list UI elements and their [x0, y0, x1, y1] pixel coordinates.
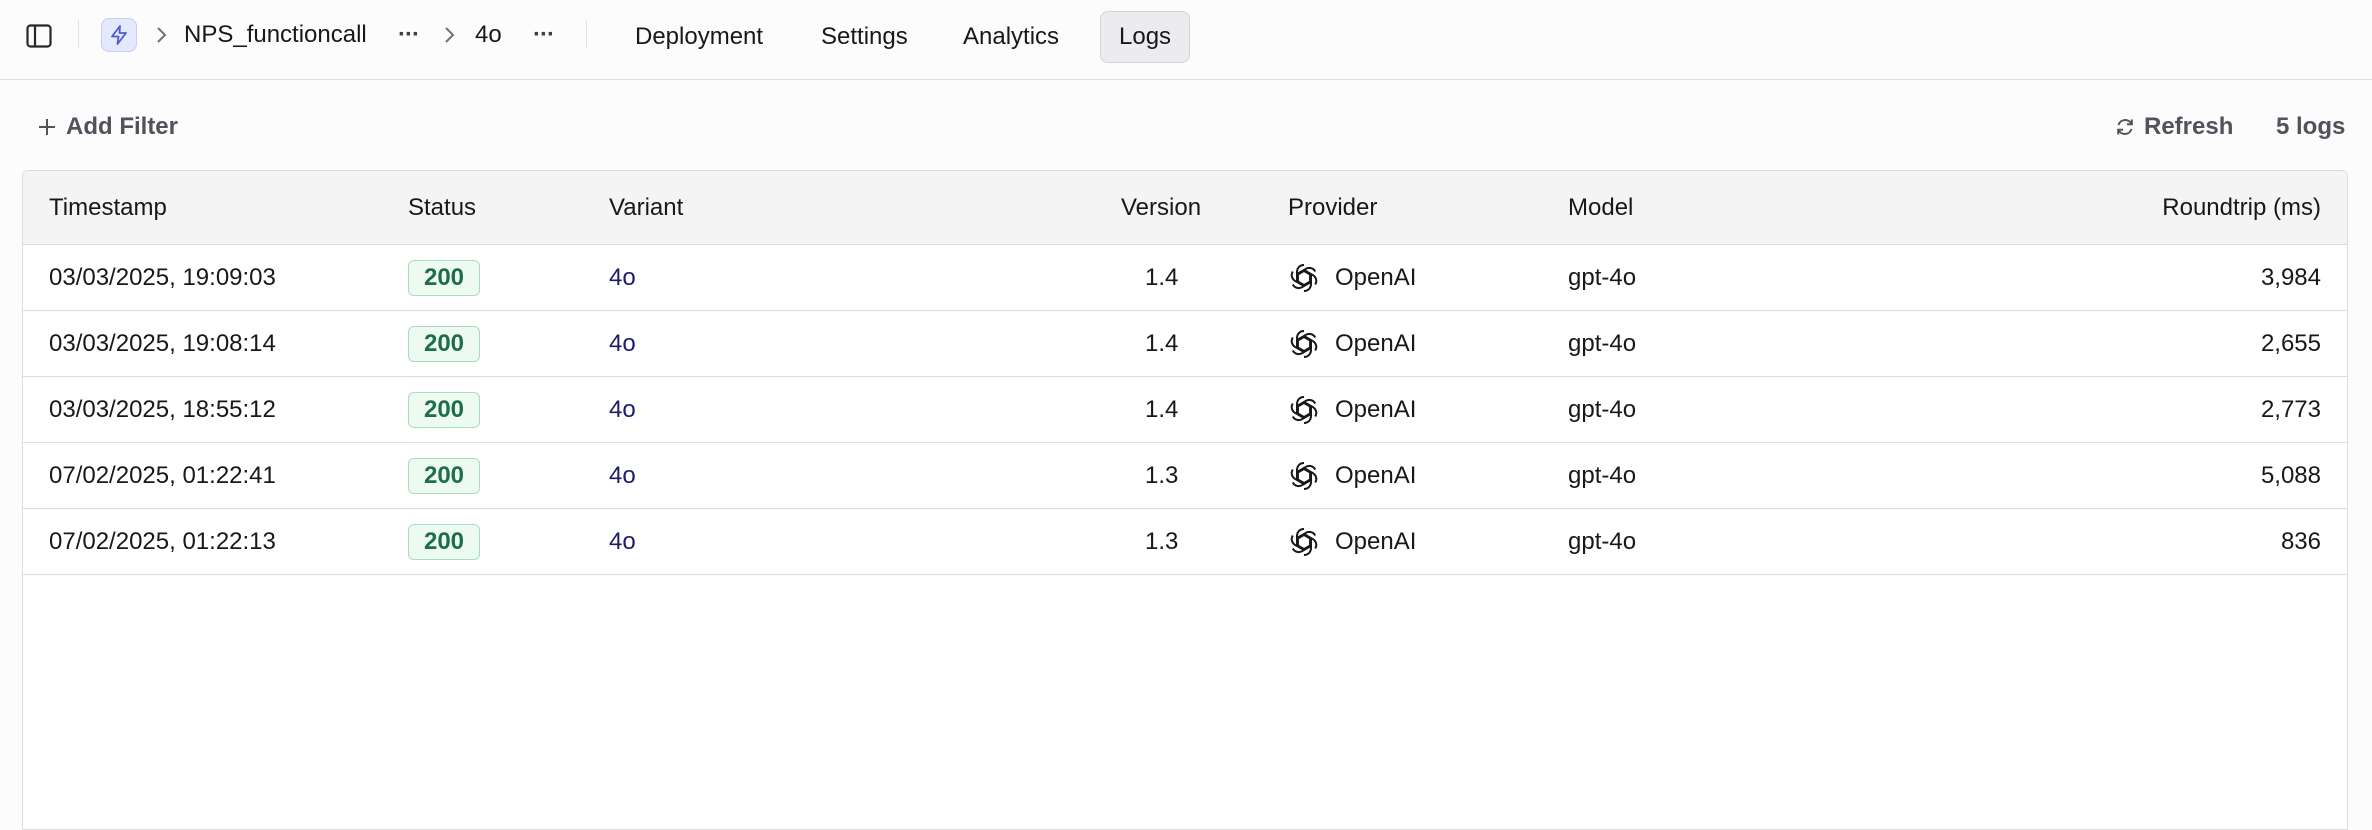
refresh-button[interactable]: Refresh: [2114, 110, 2233, 144]
cell-variant[interactable]: 4o: [609, 527, 636, 557]
cell-roundtrip: 5,088: [2260, 462, 2321, 489]
status-badge: 200: [408, 392, 480, 428]
logs-table: Timestamp Status Variant Version Provide…: [22, 170, 2348, 830]
cell-version: 1.4: [1145, 396, 1179, 423]
tab-analytics[interactable]: Analytics: [945, 11, 1077, 63]
cell-model: gpt-4o: [1568, 396, 1637, 423]
cell-model: gpt-4o: [1568, 264, 1637, 291]
column-header-model[interactable]: Model: [1568, 193, 1633, 223]
chevron-right-icon: [440, 24, 458, 46]
cell-provider: OpenAI: [1335, 264, 1417, 291]
lightning-icon[interactable]: [101, 18, 137, 52]
table-row[interactable]: 07/02/2025, 01:22:41 200 4o 1.3 OpenAI g…: [23, 443, 2347, 509]
refresh-icon: [2117, 119, 2133, 135]
cell-roundtrip: 2,773: [2260, 396, 2321, 423]
cell-model: gpt-4o: [1568, 462, 1637, 489]
cell-roundtrip: 2,655: [2260, 330, 2321, 357]
cell-variant[interactable]: 4o: [609, 329, 636, 359]
cell-provider: OpenAI: [1335, 396, 1417, 423]
column-header-provider[interactable]: Provider: [1288, 193, 1377, 223]
chevron-right-icon: [152, 24, 170, 46]
column-header-roundtrip[interactable]: Roundtrip (ms): [2162, 193, 2321, 223]
cell-version: 1.3: [1145, 528, 1179, 555]
cell-timestamp: 03/03/2025, 18:55:12: [49, 396, 276, 423]
openai-logo-icon: [1288, 462, 1320, 490]
openai-logo-icon: [1288, 396, 1320, 424]
table-row[interactable]: 03/03/2025, 19:09:03 200 4o 1.4 OpenAI g…: [23, 245, 2347, 311]
cell-provider: OpenAI: [1335, 528, 1417, 555]
divider: [78, 20, 79, 48]
top-bar: NPS_functioncall ··· 4o ··· Deployment S…: [0, 0, 2372, 80]
cell-variant[interactable]: 4o: [609, 263, 636, 293]
openai-logo-icon: [1288, 330, 1320, 358]
tab-logs[interactable]: Logs: [1100, 11, 1191, 63]
cell-timestamp: 07/02/2025, 01:22:41: [49, 462, 276, 489]
add-filter-button[interactable]: Add Filter: [36, 110, 178, 144]
cell-timestamp: 07/02/2025, 01:22:13: [49, 528, 276, 555]
cell-model: gpt-4o: [1568, 330, 1637, 357]
cell-version: 1.4: [1145, 264, 1179, 291]
log-count: 5 logs: [2276, 113, 2346, 140]
column-header-version[interactable]: Version: [1121, 193, 1201, 223]
table-row[interactable]: 03/03/2025, 18:55:12 200 4o 1.4 OpenAI g…: [23, 377, 2347, 443]
refresh-label: Refresh: [2144, 113, 2234, 140]
table-header: Timestamp Status Variant Version Provide…: [23, 171, 2347, 245]
status-badge: 200: [408, 458, 480, 494]
prompt-more-button[interactable]: ···: [398, 20, 420, 50]
cell-version: 1.3: [1145, 462, 1179, 489]
cell-roundtrip: 836: [2280, 528, 2321, 555]
cell-roundtrip: 3,984: [2260, 264, 2321, 291]
table-row[interactable]: 07/02/2025, 01:22:13 200 4o 1.3 OpenAI g…: [23, 509, 2347, 575]
sidebar-toggle-icon[interactable]: [24, 21, 54, 51]
table-row[interactable]: 03/03/2025, 19:08:14 200 4o 1.4 OpenAI g…: [23, 311, 2347, 377]
column-header-status[interactable]: Status: [408, 193, 476, 223]
breadcrumb-prompt[interactable]: NPS_functioncall: [184, 20, 367, 50]
cell-provider: OpenAI: [1335, 462, 1417, 489]
cell-version: 1.4: [1145, 330, 1179, 357]
cell-provider: OpenAI: [1335, 330, 1417, 357]
cell-timestamp: 03/03/2025, 19:09:03: [49, 264, 276, 291]
variant-more-button[interactable]: ···: [533, 20, 555, 50]
status-badge: 200: [408, 260, 480, 296]
column-header-timestamp[interactable]: Timestamp: [49, 193, 167, 223]
cell-timestamp: 03/03/2025, 19:08:14: [49, 330, 276, 357]
status-badge: 200: [408, 326, 480, 362]
openai-logo-icon: [1288, 528, 1320, 556]
divider: [586, 20, 587, 48]
cell-model: gpt-4o: [1568, 528, 1637, 555]
cell-variant[interactable]: 4o: [609, 461, 636, 491]
plus-icon: [39, 119, 55, 135]
column-header-variant[interactable]: Variant: [609, 193, 683, 223]
status-badge: 200: [408, 524, 480, 560]
tab-settings[interactable]: Settings: [803, 11, 926, 63]
cell-variant[interactable]: 4o: [609, 395, 636, 425]
openai-logo-icon: [1288, 264, 1320, 292]
tab-deployment[interactable]: Deployment: [617, 11, 781, 63]
add-filter-label: Add Filter: [66, 113, 178, 140]
breadcrumb-variant[interactable]: 4o: [475, 20, 502, 50]
